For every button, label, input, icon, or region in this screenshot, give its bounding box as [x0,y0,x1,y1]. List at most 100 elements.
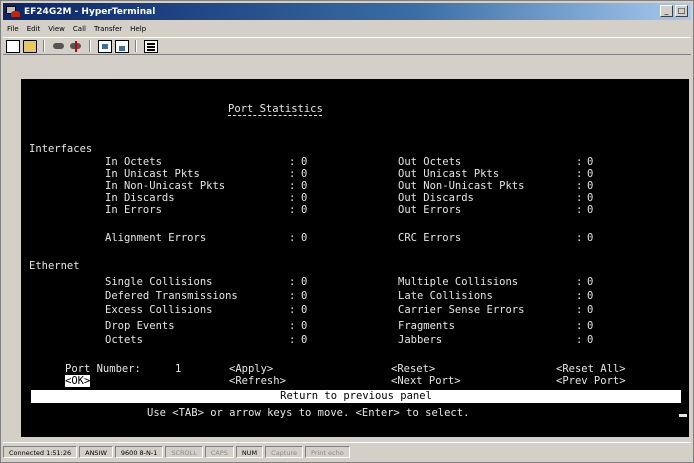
stat-label: In Unicast Pkts [105,168,200,180]
stat-label: Fragments [398,320,455,332]
stat-value: 0 [587,204,594,216]
stat-separator: : [289,168,296,180]
stat-separator: : [576,320,583,332]
reset-all-button[interactable]: <Reset All> [556,363,626,375]
menu-transfer[interactable]: Transfer [94,25,122,33]
stat-label: Alignment Errors [105,232,207,244]
stat-value: 0 [301,334,308,346]
stat-label: In Octets [105,156,162,168]
stat-value: 0 [587,156,594,168]
stat-value: 0 [587,168,594,180]
prev-port-button[interactable]: <Prev Port> [556,375,626,387]
stat-separator: : [289,192,296,204]
section-interfaces: Interfaces [29,143,93,155]
stat-separator: : [289,334,296,346]
status-scroll: SCROLL [165,445,203,458]
reset-button[interactable]: <Reset> [391,363,435,375]
stat-label: Carrier Sense Errors [398,304,525,316]
refresh-button[interactable]: <Refresh> [229,375,286,387]
status-capture: Capture [265,445,304,458]
terminal-screen[interactable]: Port Statistics Interfaces In Octets : 0… [21,79,689,437]
menu-edit[interactable]: Edit [27,25,41,33]
text-cursor [679,414,687,417]
stat-value: 0 [301,320,308,332]
stat-label: Excess Collisions [105,304,213,316]
stat-label: Single Collisions [105,276,213,288]
stat-label: In Non-Unicast Pkts [105,180,226,192]
stat-separator: : [576,290,583,302]
stat-separator: : [576,304,583,316]
toolbar-separator [89,40,91,52]
status-print-echo: Print echo [305,445,350,458]
stat-separator: : [289,290,296,302]
menu-help[interactable]: Help [130,25,146,33]
minimize-button[interactable]: _ [660,5,673,17]
new-icon[interactable] [6,39,20,53]
stat-separator: : [289,204,296,216]
toolbar [3,37,691,55]
stat-value: 0 [301,204,308,216]
toolbar-separator [135,40,137,52]
stat-separator: : [289,180,296,192]
menu-file[interactable]: File [7,25,19,33]
stat-separator: : [289,320,296,332]
menu-bar: File Edit View Call Transfer Help [3,22,150,36]
stat-separator: : [289,156,296,168]
stat-separator: : [576,334,583,346]
stat-value: 0 [587,192,594,204]
stat-separator: : [576,156,583,168]
stat-value: 0 [587,232,594,244]
stat-label: Late Collisions [398,290,493,302]
stat-value: 0 [587,180,594,192]
stat-label: Out Errors [398,204,462,216]
apply-button[interactable]: <Apply> [229,363,273,375]
panel-title: Port Statistics [228,103,323,115]
maximize-button[interactable]: □ [675,5,688,17]
stat-label: Out Octets [398,156,462,168]
stat-label: Drop Events [105,320,175,332]
stat-label: Out Discards [398,192,474,204]
send-icon[interactable] [98,39,112,53]
stat-value: 0 [301,276,308,288]
stat-separator: : [576,276,583,288]
stat-value: 0 [301,192,308,204]
stat-value: 0 [301,304,308,316]
stat-value: 0 [587,290,594,302]
disconnect-icon[interactable] [69,40,83,53]
stat-separator: : [576,192,583,204]
receive-icon[interactable] [115,39,129,53]
status-emulation: ANSIW [79,445,113,458]
next-port-button[interactable]: <Next Port> [391,375,461,387]
stat-label: Out Non-Unicast Pkts [398,180,525,192]
menu-view[interactable]: View [48,25,65,33]
stat-separator: : [576,204,583,216]
stat-value: 0 [587,320,594,332]
hyperterminal-window: EF24G2M - HyperTerminal _ □ File Edit Vi… [0,0,694,463]
stat-value: 0 [301,290,308,302]
stat-value: 0 [301,156,308,168]
hyperterminal-icon [6,5,20,18]
status-num: NUM [235,445,264,458]
open-icon[interactable] [23,39,37,53]
menu-call[interactable]: Call [73,25,86,33]
keyboard-help: Use <TAB> or arrow keys to move. <Enter>… [147,407,470,419]
window-title: EF24G2M - HyperTerminal [24,6,156,17]
stat-label: In Errors [105,204,162,216]
stat-separator: : [576,180,583,192]
stat-value: 0 [301,180,308,192]
stat-separator: : [576,168,583,180]
connect-icon[interactable] [52,40,66,53]
properties-icon[interactable] [144,39,158,53]
stat-label: CRC Errors [398,232,462,244]
port-number-field[interactable]: 1 [175,363,181,375]
status-caps: CAPS [204,445,234,458]
selected-item-help: Return to previous panel [31,390,681,403]
title-bar[interactable]: EF24G2M - HyperTerminal _ □ [3,3,691,20]
stat-label: Jabbers [398,334,443,346]
stat-separator: : [289,276,296,288]
stat-label: Multiple Collisions [398,276,519,288]
stat-value: 0 [587,334,594,346]
stat-label: In Discards [105,192,175,204]
ok-button[interactable]: <OK> [65,375,91,387]
stat-value: 0 [587,304,594,316]
